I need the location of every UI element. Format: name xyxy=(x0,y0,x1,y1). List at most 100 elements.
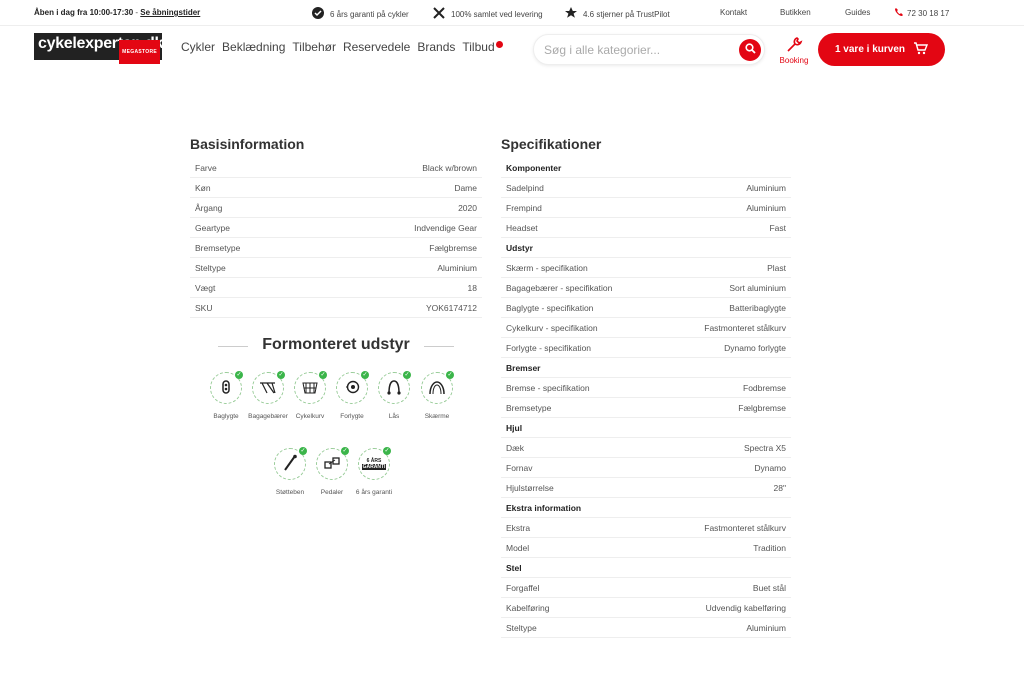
basket-icon xyxy=(301,379,319,397)
row-label: Køn xyxy=(195,182,211,193)
row-label: Vægt xyxy=(195,282,216,293)
logo[interactable]: cykelexperten.dk MEGASTORE xyxy=(34,33,163,64)
rear-light-icon xyxy=(218,379,234,397)
row-value: 2020 xyxy=(458,202,477,213)
row-label: Årgang xyxy=(195,202,223,213)
row-value: Indvendige Gear xyxy=(414,222,477,233)
table-row: Bagagebærer - specifikation Sort aluminiu… xyxy=(501,278,791,298)
table-row: Geartype Indvendige Gear xyxy=(190,218,482,238)
logo-subtitle: MEGASTORE xyxy=(119,40,160,64)
search-button[interactable] xyxy=(739,39,761,61)
table-row: Headset Fast xyxy=(501,218,791,238)
nav-tilbehoer[interactable]: Tilbehør xyxy=(292,40,336,54)
equipment-label: 6 års garanti xyxy=(355,489,393,496)
row-label: Baglygte - specifikation xyxy=(506,302,594,313)
table-row: SKU YOK6174712 xyxy=(190,298,482,318)
row-label: Model xyxy=(506,542,530,553)
offer-dot xyxy=(495,41,503,48)
phone-icon xyxy=(894,7,904,19)
link-guides[interactable]: Guides xyxy=(845,8,870,17)
equipment-icon-circle: ✓ xyxy=(316,447,349,480)
row-label: SKU xyxy=(195,302,213,313)
check-icon: ✓ xyxy=(383,447,391,455)
equipment-label: Skærme xyxy=(424,413,450,420)
check-icon: ✓ xyxy=(361,371,369,379)
equipment-label: Lås xyxy=(388,413,400,420)
table-row: Bremsetype Fælgbremse xyxy=(190,238,482,258)
rack-icon xyxy=(259,380,277,396)
equipment-label: Støtteben xyxy=(275,489,305,496)
table-row: Baglygte - specifikation Batteribaglygte xyxy=(501,298,791,318)
cart-button[interactable]: 1 vare i kurven xyxy=(818,33,945,66)
row-value: Aluminium xyxy=(437,262,477,273)
table-row: Årgang 2020 xyxy=(190,198,482,218)
row-value: Buet stål xyxy=(752,582,786,593)
nav-cykler[interactable]: Cykler xyxy=(181,40,215,54)
search-input[interactable] xyxy=(544,43,734,57)
table-row: Steltype Aluminium xyxy=(190,258,482,278)
row-label: Kabelføring xyxy=(506,602,550,613)
table-row: Dæk Spectra X5 xyxy=(501,438,791,458)
equipment-label: Bagagebærer xyxy=(248,413,288,420)
row-value: Fastmonteret stålkurv xyxy=(704,522,786,533)
row-value: Spectra X5 xyxy=(743,442,786,453)
nav-brands[interactable]: Brands xyxy=(417,40,455,54)
kickstand-icon xyxy=(282,454,298,474)
star-icon xyxy=(564,6,578,22)
row-label: Ekstra information xyxy=(506,502,582,513)
booking-button[interactable]: Booking xyxy=(778,36,810,65)
row-value: Plast xyxy=(767,262,786,273)
table-row: Model Tradition xyxy=(501,538,791,558)
opening-hours-link[interactable]: Se åbningstider xyxy=(140,8,200,17)
equipment-label: Baglygte xyxy=(213,413,239,420)
row-value: Udvendig kabelføring xyxy=(705,602,786,613)
table-row: Kabelføring Udvendig kabelføring xyxy=(501,598,791,618)
nav-reservedele[interactable]: Reservedele xyxy=(343,40,410,54)
row-label: Forgaffel xyxy=(506,582,540,593)
row-label: Udstyr xyxy=(506,242,533,253)
row-label: Komponenter xyxy=(506,162,562,173)
row-value: Fælgbremse xyxy=(429,242,477,253)
row-label: Hjulstørrelse xyxy=(506,482,554,493)
spec-group-header: Stel xyxy=(501,558,791,578)
check-icon: ✓ xyxy=(277,371,285,379)
row-value: Black w/brown xyxy=(422,162,477,173)
equipment-icon-circle: ✓ xyxy=(252,371,285,404)
row-label: Dæk xyxy=(506,442,524,453)
table-row: Frempind Aluminium xyxy=(501,198,791,218)
row-label: Hjul xyxy=(506,422,523,433)
row-label: Fornav xyxy=(506,462,533,473)
link-kontakt[interactable]: Kontakt xyxy=(720,8,747,17)
row-label: Bremsetype xyxy=(195,242,241,253)
row-label: Skærm - specifikation xyxy=(506,262,588,273)
row-value: Fælgbremse xyxy=(738,402,786,413)
table-row: Vægt 18 xyxy=(190,278,482,298)
row-label: Farve xyxy=(195,162,217,173)
equipment-icon-circle: ✓ xyxy=(421,371,454,404)
spec-group-header: Ekstra information xyxy=(501,498,791,518)
basis-title: Basisinformation xyxy=(190,136,305,152)
usp-trustpilot: 4.6 stjerner på TrustPilot xyxy=(564,6,670,22)
row-label: Ekstra xyxy=(506,522,531,533)
row-value: Sort aluminium xyxy=(729,282,786,293)
row-label: Bremse - specifikation xyxy=(506,382,590,393)
equipment-title: Formonteret udstyr xyxy=(190,336,482,354)
spec-group-header: Udstyr xyxy=(501,238,791,258)
phone[interactable]: 72 30 18 17 xyxy=(894,7,949,19)
table-row: Fornav Dynamo xyxy=(501,458,791,478)
equipment-label: Pedaler xyxy=(320,489,344,496)
tools-icon xyxy=(432,6,446,22)
row-label: Geartype xyxy=(195,222,230,233)
link-butikken[interactable]: Butikken xyxy=(780,8,811,17)
check-icon: ✓ xyxy=(299,447,307,455)
row-value: Aluminium xyxy=(746,202,786,213)
usp-assembled: 100% samlet ved levering xyxy=(432,6,543,22)
wrench-icon xyxy=(778,36,810,54)
equipment-icon-circle: ✓ xyxy=(210,371,243,404)
equipment-icon-circle: 6 ÅRS GARANTI ✓ xyxy=(358,447,391,480)
nav-tilbud[interactable]: Tilbud xyxy=(462,40,503,54)
table-row: Sadelpind Aluminium xyxy=(501,178,791,198)
row-value: Fast xyxy=(769,222,786,233)
row-label: Forlygte - specifikation xyxy=(506,342,592,353)
nav-beklaedning[interactable]: Beklædning xyxy=(222,40,285,54)
